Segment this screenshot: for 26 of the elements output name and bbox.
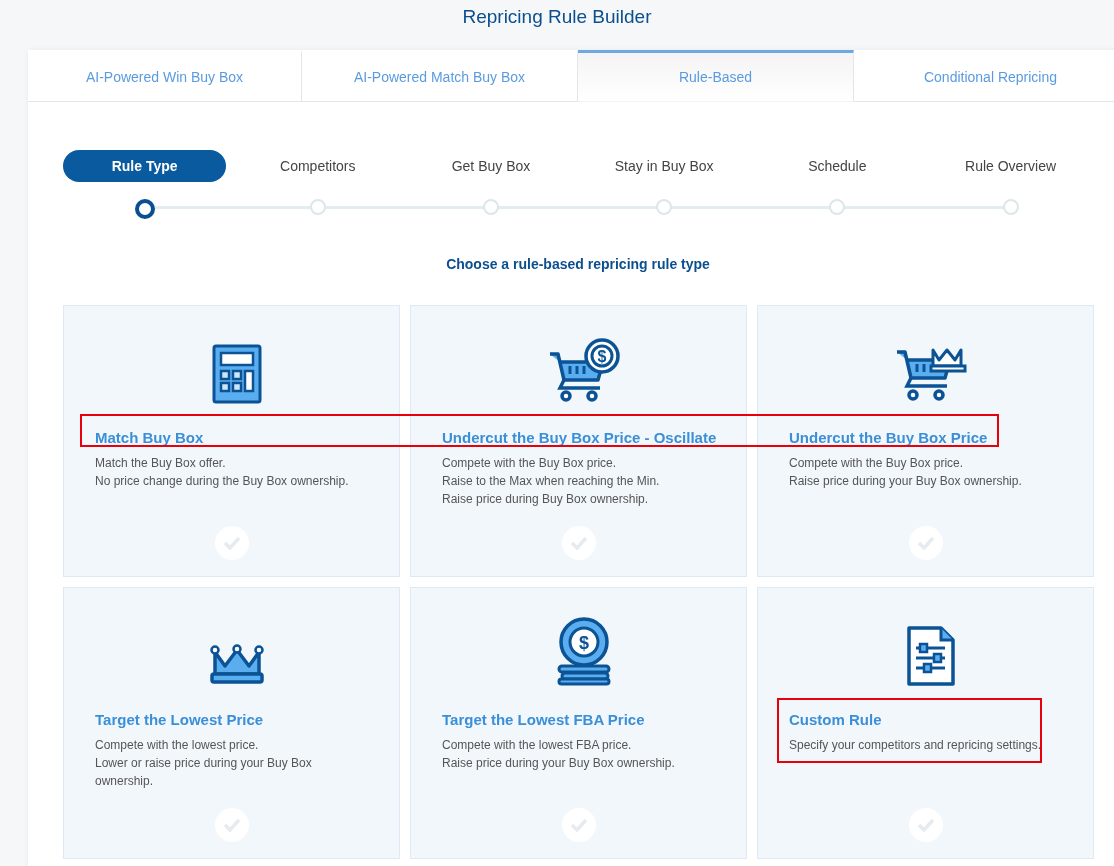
step-label[interactable]: Competitors <box>270 150 366 182</box>
card-title: Target the Lowest Price <box>95 711 265 728</box>
card-description: Match the Buy Box offer. No price change during the Buy Box ownership. <box>95 455 350 490</box>
rule-type-card[interactable]: Custom Rule Specify your competitors and repricing settings. <box>757 587 1094 859</box>
rule-type-card[interactable]: Undercut the Buy Box Price Compete with the Buy Box price. Raise price during your Buy Box ownership. <box>757 305 1094 577</box>
rule-type-card[interactable]: $ Target the Lowest FBA Price Compete with the lowest FBA price. Raise price during your Buy Box ownership. <box>410 587 747 859</box>
page-title: Repricing Rule Builder <box>461 5 653 29</box>
card-description: Compete with the lowest price. Lower or raise price during your Buy Box ownership. <box>95 737 313 790</box>
rule-type-card[interactable]: $ Undercut the Buy Box Price - Oscillate Compete with the Buy Box price. Raise to the Max when reaching the Min. Raise price during Buy Box ownership. <box>410 305 747 577</box>
section-heading: Choose a rule-based repricing rule type <box>445 256 711 272</box>
step-label[interactable]: Rule Type <box>63 150 227 182</box>
card-title: Undercut the Buy Box Price - Oscillate <box>442 429 718 446</box>
rule-type-card[interactable]: Target the Lowest Price Compete with the lowest price. Lower or raise price during your Buy Box ownership. <box>63 587 400 859</box>
card-description: Compete with the Buy Box price. Raise to the Max when reaching the Min. Raise price during Buy Box ownership. <box>442 455 661 508</box>
card-title: Match Buy Box <box>95 429 205 446</box>
step-label[interactable]: Rule Overview <box>955 150 1067 182</box>
card-description: Specify your competitors and repricing settings. <box>789 737 1043 754</box>
step-label[interactable]: Schedule <box>798 150 877 182</box>
rule-type-card[interactable]: Match Buy Box Match the Buy Box offer. No price change during the Buy Box ownership. <box>63 305 400 577</box>
card-description: Compete with the lowest FBA price. Raise price during your Buy Box ownership. <box>442 737 676 772</box>
card-title: Custom Rule <box>789 711 883 728</box>
card-description: Compete with the Buy Box price. Raise price during your Buy Box ownership. <box>789 455 1023 490</box>
card-title: Undercut the Buy Box Price <box>789 429 989 446</box>
step-label[interactable]: Get Buy Box <box>441 150 541 182</box>
step-label[interactable]: Stay in Buy Box <box>604 150 724 182</box>
card-title: Target the Lowest FBA Price <box>442 711 646 728</box>
